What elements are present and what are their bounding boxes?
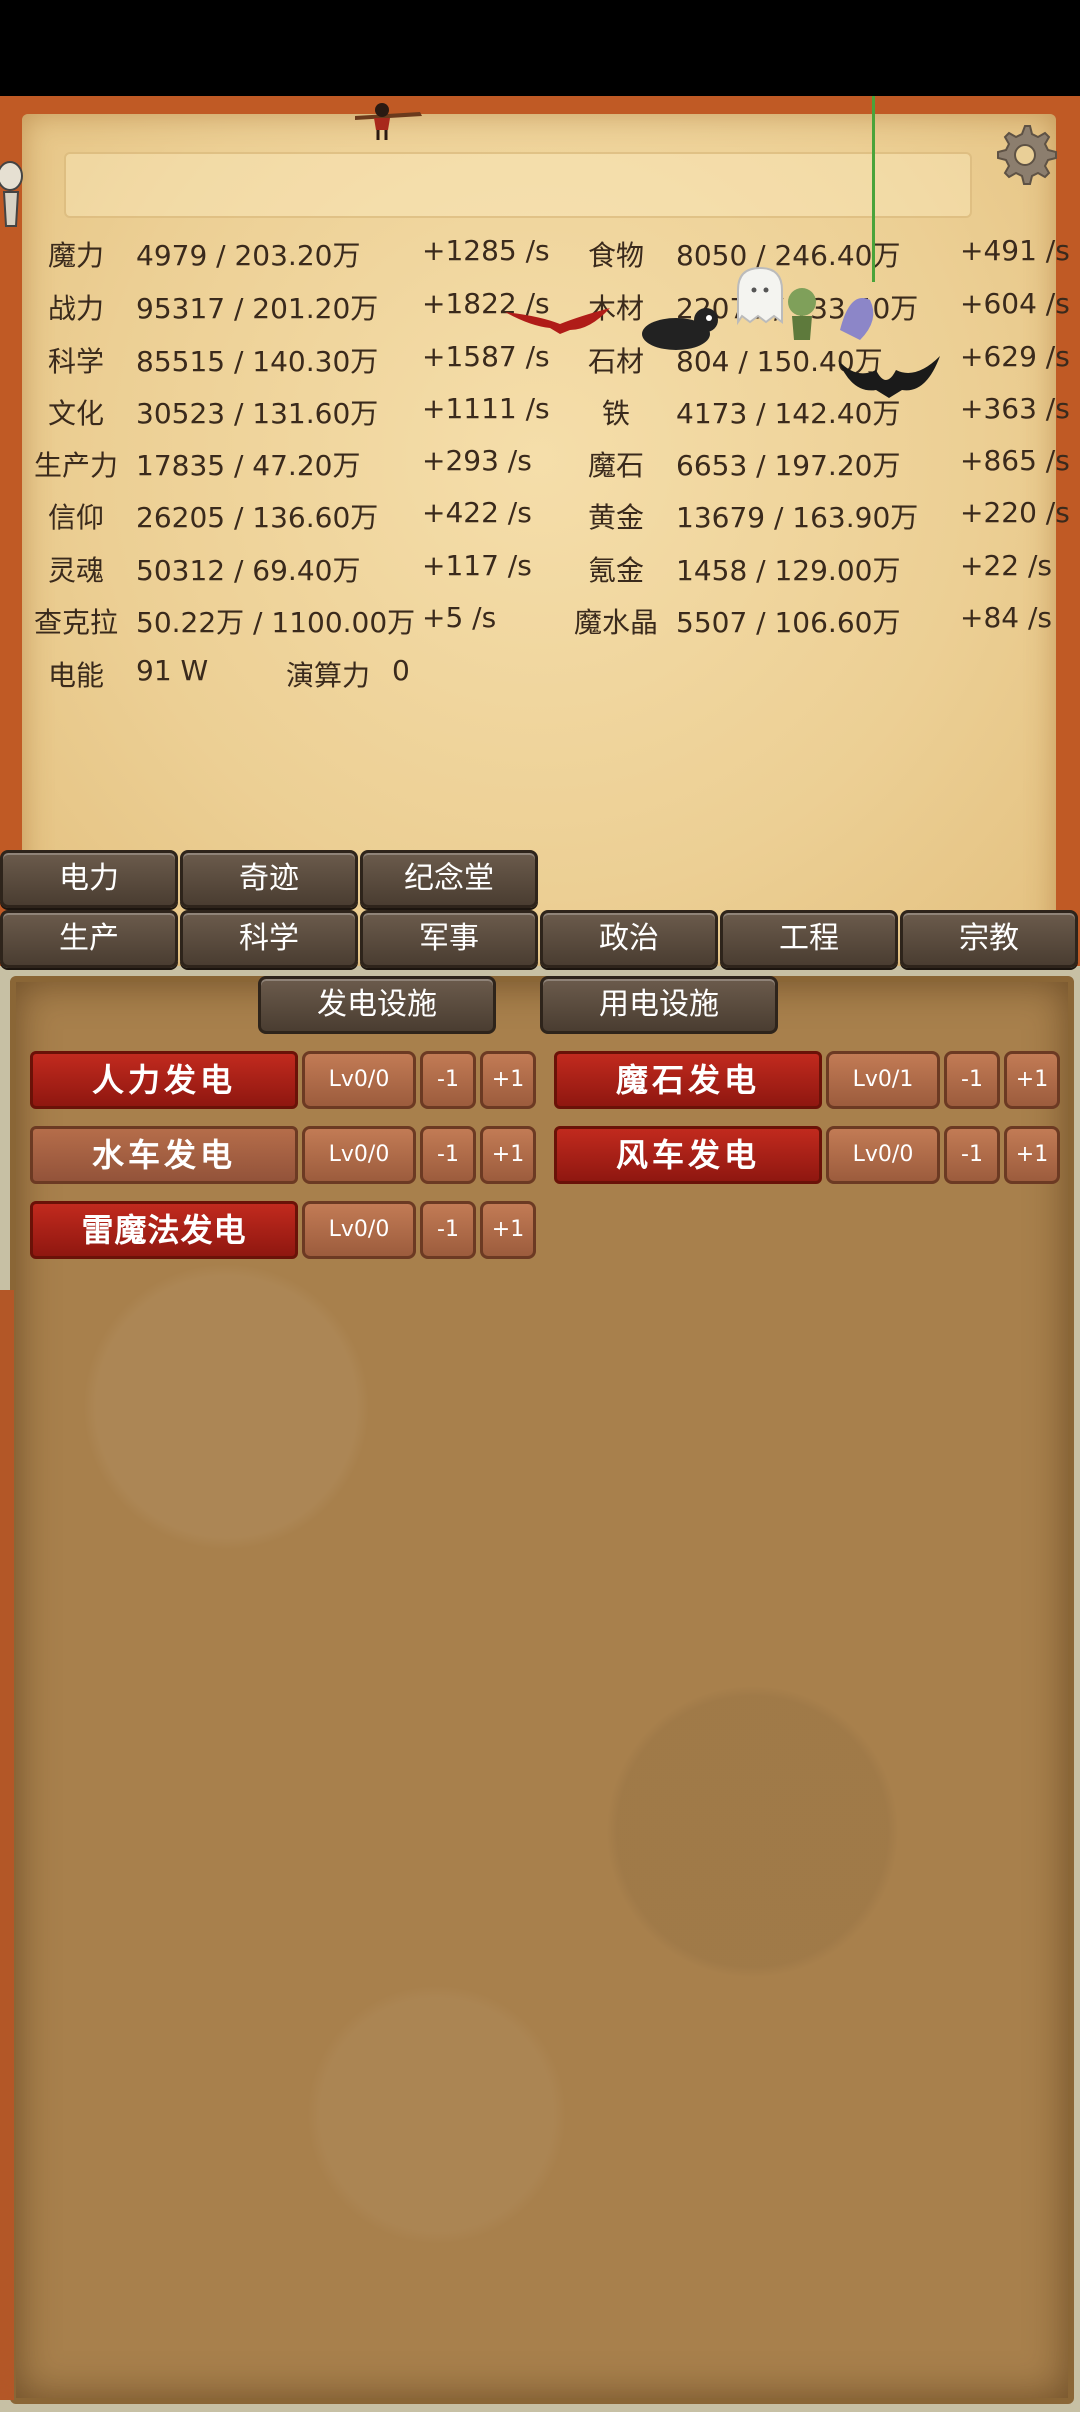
resource-rate: +1285 /s xyxy=(422,234,550,267)
resource-name: 魔力 xyxy=(47,239,104,272)
power-label: 电能 xyxy=(47,659,104,692)
resource-name: 黄金 xyxy=(587,501,644,534)
compute-label: 演算力 xyxy=(286,659,371,692)
bat-sprite xyxy=(838,356,940,398)
resource-value: 13679 / 163.90万 xyxy=(676,501,919,534)
resource-rate: +491 /s xyxy=(960,234,1070,267)
tab-engineering[interactable]: 工程 xyxy=(720,910,898,968)
resource-row: 信仰 26205 / 136.60万 +422 /s 黄金 13679 / 16… xyxy=(0,488,1080,540)
level-button[interactable]: Lv0/0 xyxy=(302,1126,416,1184)
decrease-button[interactable]: -1 xyxy=(944,1051,1000,1109)
resource-rate: +5 /s xyxy=(422,601,497,634)
subtab-power-generation[interactable]: 发电设施 xyxy=(258,976,496,1034)
generator-manpower[interactable]: 人力发电 xyxy=(30,1051,298,1109)
resource-rate: +1111 /s xyxy=(422,392,550,425)
resource-name: 信仰 xyxy=(47,501,104,534)
resource-row: 查克拉 50.22万 / 1100.00万 +5 /s 魔水晶 5507 / 1… xyxy=(0,593,1080,645)
resource-value: 26205 / 136.60万 xyxy=(136,501,379,534)
generator-waterwheel[interactable]: 水车发电 xyxy=(30,1126,298,1184)
resource-name: 魔石 xyxy=(587,449,644,482)
tab-wonders[interactable]: 奇迹 xyxy=(180,850,358,908)
tab-science[interactable]: 科学 xyxy=(180,910,358,968)
red-dragon-sprite xyxy=(505,308,610,334)
resource-value: 50312 / 69.40万 xyxy=(136,554,361,587)
resource-name: 科学 xyxy=(47,345,104,378)
goblin-sprite xyxy=(788,288,874,340)
message-box xyxy=(64,152,972,218)
increase-button[interactable]: +1 xyxy=(1004,1126,1060,1184)
resource-rate: +865 /s xyxy=(960,444,1070,477)
tab-politics[interactable]: 政治 xyxy=(540,910,718,968)
status-bar xyxy=(0,0,1080,96)
resource-name: 魔水晶 xyxy=(573,606,658,639)
resource-row: 灵魂 50312 / 69.40万 +117 /s 氪金 1458 / 129.… xyxy=(0,541,1080,593)
resource-rate: +117 /s xyxy=(422,549,532,582)
increase-button[interactable]: +1 xyxy=(480,1201,536,1259)
resource-row: 魔力 4979 / 203.20万 +1285 /s 食物 8050 / 246… xyxy=(0,226,1080,278)
generator-thunder-magic[interactable]: 雷魔法发电 xyxy=(30,1201,298,1259)
resource-rate: +220 /s xyxy=(960,496,1070,529)
level-button[interactable]: Lv0/1 xyxy=(826,1051,940,1109)
resource-rate: +84 /s xyxy=(960,601,1053,634)
resource-value: 50.22万 / 1100.00万 xyxy=(136,606,416,639)
resource-name: 铁 xyxy=(601,397,630,430)
tab-memorial-hall[interactable]: 纪念堂 xyxy=(360,850,538,908)
resource-rate: +293 /s xyxy=(422,444,532,477)
increase-button[interactable]: +1 xyxy=(1004,1051,1060,1109)
resource-rate: +363 /s xyxy=(960,392,1070,425)
level-button[interactable]: Lv0/0 xyxy=(302,1051,416,1109)
skeleton-sprite xyxy=(0,161,23,227)
increase-button[interactable]: +1 xyxy=(480,1126,536,1184)
decrease-button[interactable]: -1 xyxy=(420,1201,476,1259)
resource-rate: +604 /s xyxy=(960,287,1070,320)
board-texture xyxy=(16,982,1068,2398)
power-value: 91 W xyxy=(136,654,209,687)
resource-name: 氪金 xyxy=(587,554,644,587)
crow-sprite xyxy=(642,308,718,350)
resource-name: 生产力 xyxy=(33,449,118,482)
resource-name: 文化 xyxy=(47,397,104,430)
level-button[interactable]: Lv0/0 xyxy=(302,1201,416,1259)
content-board xyxy=(10,976,1074,2404)
resource-value: 4979 / 203.20万 xyxy=(136,239,361,272)
decrease-button[interactable]: -1 xyxy=(420,1051,476,1109)
increase-button[interactable]: +1 xyxy=(480,1051,536,1109)
level-button[interactable]: Lv0/0 xyxy=(826,1126,940,1184)
resource-name: 食物 xyxy=(587,239,644,272)
resource-value: 85515 / 140.30万 xyxy=(136,345,379,378)
resource-name: 查克拉 xyxy=(33,606,118,639)
decrease-button[interactable]: -1 xyxy=(944,1126,1000,1184)
compute-value: 0 xyxy=(392,654,410,687)
gear-icon[interactable] xyxy=(990,120,1060,190)
tab-production[interactable]: 生产 xyxy=(0,910,178,968)
resource-row: 生产力 17835 / 47.20万 +293 /s 魔石 6653 / 197… xyxy=(0,436,1080,488)
generator-windmill[interactable]: 风车发电 xyxy=(554,1126,822,1184)
power-row: 电能 91 W 演算力 0 xyxy=(0,646,1080,698)
resource-value: 5507 / 106.60万 xyxy=(676,606,901,639)
resource-value: 1458 / 129.00万 xyxy=(676,554,901,587)
resource-name: 战力 xyxy=(47,292,104,325)
resource-rate: +629 /s xyxy=(960,340,1070,373)
resource-rate: +422 /s xyxy=(422,496,532,529)
rope-line xyxy=(872,96,875,282)
resource-value: 95317 / 201.20万 xyxy=(136,292,379,325)
resource-rate: +22 /s xyxy=(960,549,1053,582)
resource-name: 灵魂 xyxy=(47,554,104,587)
resource-value: 30523 / 131.60万 xyxy=(136,397,379,430)
subtab-power-consumers[interactable]: 用电设施 xyxy=(540,976,778,1034)
resource-value: 6653 / 197.20万 xyxy=(676,449,901,482)
generator-magic-stone[interactable]: 魔石发电 xyxy=(554,1051,822,1109)
resource-value: 17835 / 47.20万 xyxy=(136,449,361,482)
left-edge-decoration xyxy=(0,1290,14,2400)
decrease-button[interactable]: -1 xyxy=(420,1126,476,1184)
witch-sprite xyxy=(355,103,422,140)
tab-electricity[interactable]: 电力 xyxy=(0,850,178,908)
tab-military[interactable]: 军事 xyxy=(360,910,538,968)
tab-religion[interactable]: 宗教 xyxy=(900,910,1078,968)
